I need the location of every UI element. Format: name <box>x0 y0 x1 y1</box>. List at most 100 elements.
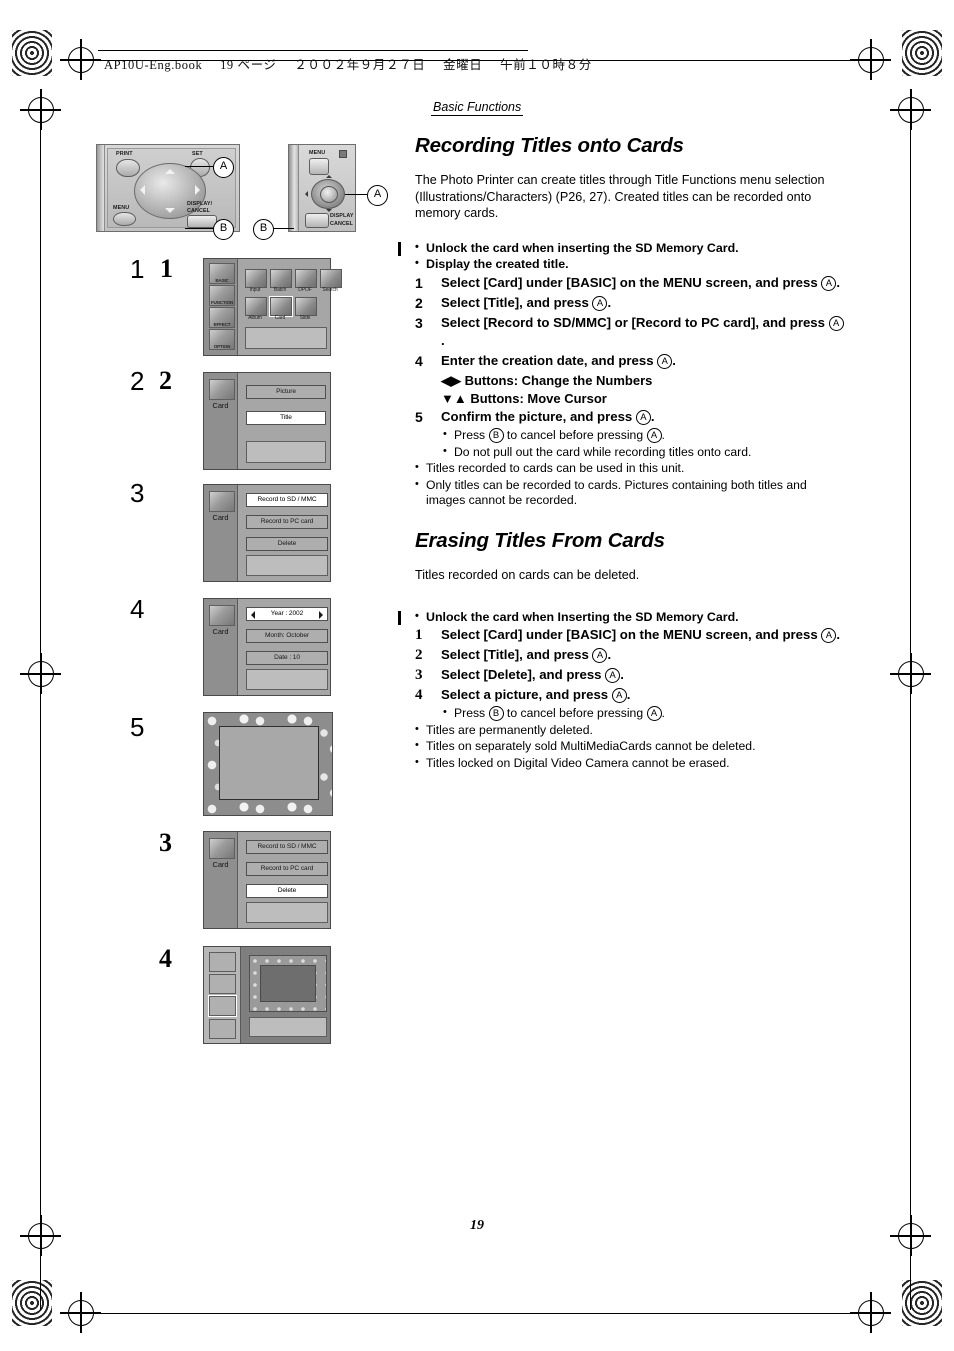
step-rec-4-number: 4 <box>415 352 423 369</box>
margin-number-rec-3: 3 <box>130 478 145 508</box>
section2-post-bullets: Titles are permanently deleted. Titles o… <box>415 722 845 772</box>
step-rec-4-after: . <box>672 352 676 368</box>
running-head: Basic Functions <box>431 100 524 116</box>
option-delete[interactable]: Delete <box>246 537 328 551</box>
section-title-recording: Recording Titles onto Cards <box>415 134 684 157</box>
note-press-b-cancel-2: Press B to cancel before pressing A. <box>443 705 845 722</box>
jog-dial-control <box>311 179 345 209</box>
thumbnail-4[interactable] <box>209 1019 236 1039</box>
card-icon <box>209 838 235 859</box>
margin-number-rec-5: 5 <box>130 712 145 742</box>
section-title-erasing: Erasing Titles From Cards <box>415 528 665 552</box>
callout-lead-b1 <box>185 228 213 230</box>
title-menu-message-bar <box>246 441 326 463</box>
panel2-edge <box>289 145 299 231</box>
increment-arrow-icon[interactable] <box>319 611 323 619</box>
step-rec-2: 2 Select [Title], and press A. <box>415 294 845 312</box>
badge-b-icon: B <box>488 706 504 722</box>
margin-number-rec-1: 1 <box>130 254 145 284</box>
badge-a-icon: A <box>646 427 662 443</box>
screen-date-entry: Card Year : 2002 Month: October Date : 1… <box>203 598 331 696</box>
step-rec-2-number: 2 <box>415 294 423 311</box>
right-arrow-icon <box>195 185 200 195</box>
callout-a-primary: A <box>213 157 234 178</box>
crop-line-right <box>910 110 911 1310</box>
menu-icon-search[interactable] <box>320 269 342 288</box>
badge-a-icon: A <box>592 295 608 311</box>
step-rec-1: 1 Select [Card] under [BASIC] on the MEN… <box>415 274 845 292</box>
menu-caption-dpof: DPOF <box>298 287 312 293</box>
menu-icon-input[interactable] <box>245 269 267 288</box>
sidebar-item-function[interactable]: FUNCTION <box>209 285 235 306</box>
step-rec-4-sub-2: ▼▲ Buttons: Move Cursor <box>441 390 607 406</box>
date-field-date[interactable]: Date : 10 <box>246 651 328 665</box>
card-icon <box>209 491 235 512</box>
display-label-2: DISPLAY <box>330 213 354 219</box>
note-press-after: . <box>661 427 665 442</box>
sidebar-item-effect[interactable]: EFFECT <box>209 307 235 328</box>
step-rec-3-text: Select [Record to SD/MMC] or [Record to … <box>441 314 845 350</box>
section2-intro: Titles recorded on cards can be deleted. <box>415 567 640 582</box>
thumbnail-3-selected[interactable] <box>208 995 237 1017</box>
menu-icon-slide[interactable] <box>295 297 317 316</box>
print-label: PRINT <box>116 151 133 157</box>
step-rec-1-before: Select [Card] under [BASIC] on the MENU … <box>441 274 822 290</box>
screen-picture-chooser <box>203 946 331 1044</box>
margin-number-rec-2: 2 <box>130 366 145 396</box>
date-field-year[interactable]: Year : 2002 <box>246 607 328 621</box>
menu-tab-strip: BASIC FUNCTION EFFECT OPTION <box>204 259 238 355</box>
date-field-month[interactable]: Month: October <box>246 629 328 643</box>
section2-pre-bullets: Unlock the card when Inserting the SD Me… <box>415 609 845 626</box>
menu-icon-card[interactable] <box>269 296 293 317</box>
thumbnail-1[interactable] <box>209 952 236 972</box>
bullet-unlock-card-2: Unlock the card when Inserting the SD Me… <box>415 609 845 626</box>
callout-lead-a2 <box>345 194 367 196</box>
header-time: 午前１０時８分 <box>500 58 592 72</box>
step-rec-4: 4 Enter the creation date, and press A. <box>415 352 845 370</box>
note2-press-after: . <box>661 706 665 721</box>
control-panel-illustration-secondary: MENU DISPLAY CANCEL <box>288 144 356 232</box>
menu-caption-batch: Batch <box>273 287 287 293</box>
sidebar-item-basic[interactable]: BASIC <box>209 263 235 284</box>
menu-icon-dpof[interactable] <box>295 269 317 288</box>
step-rec-1-number: 1 <box>415 274 423 291</box>
header-weekday: 金曜日 <box>443 58 483 72</box>
step-era-2-after: . <box>607 647 612 663</box>
thumbnail-strip <box>204 947 241 1043</box>
section2-procedure: Unlock the card when Inserting the SD Me… <box>398 609 845 772</box>
option-record-sd-mmc-2[interactable]: Record to SD / MMC <box>246 840 328 854</box>
badge-a-icon: A <box>646 706 662 722</box>
callout-lead-b2 <box>272 228 294 230</box>
step-rec-1-after: . <box>836 274 840 290</box>
step-era-3-before: Select [Delete], and press <box>441 667 606 683</box>
decrement-arrow-icon[interactable] <box>251 611 255 619</box>
menu-icon-album[interactable] <box>245 297 267 316</box>
procedure-marker-1 <box>398 241 401 256</box>
illustration-column: PRINT SET MENU DISPLAY/ CANCEL MENU DISP… <box>0 0 400 1100</box>
note2-press-mid: to cancel before pressing <box>503 706 647 721</box>
record-menu-pane: Record to SD / MMC Record to PC card Del… <box>238 485 330 581</box>
sidebar-item-option[interactable]: OPTION <box>209 329 235 350</box>
jog-hub-set-button <box>320 186 338 203</box>
option-delete-selected[interactable]: Delete <box>246 884 328 898</box>
menu-icon-batch[interactable] <box>270 269 292 288</box>
note-press-b-cancel: Press B to cancel before pressing A. <box>443 427 845 444</box>
note2-press-before: Press <box>454 706 489 721</box>
menu-caption-card: Card <box>274 315 286 321</box>
option-record-sd-mmc[interactable]: Record to SD / MMC <box>246 493 328 507</box>
menu-caption-search: Search <box>322 287 338 293</box>
option-title[interactable]: Title <box>246 411 326 425</box>
step-era-2-text: Select [Title], and press A. <box>441 646 845 664</box>
post-bullet-mmc-not-deletable: Titles on separately sold MultiMediaCard… <box>415 738 845 755</box>
menu-caption-album: Album <box>248 315 262 321</box>
badge-a-icon: A <box>592 648 608 664</box>
thumbnail-2[interactable] <box>209 974 236 994</box>
option-record-pc-card[interactable]: Record to PC card <box>246 515 328 529</box>
step-rec-2-before: Select [Title], and press <box>441 294 593 310</box>
down-arrow-icon <box>165 208 175 213</box>
step-era-4-text: Select a picture, and press A. <box>441 686 845 704</box>
option-picture[interactable]: Picture <box>246 385 326 399</box>
option-record-pc-card-2[interactable]: Record to PC card <box>246 862 328 876</box>
margin-number-era-1: 1 <box>160 254 173 283</box>
screen-record-menu: Card Record to SD / MMC Record to PC car… <box>203 484 331 582</box>
